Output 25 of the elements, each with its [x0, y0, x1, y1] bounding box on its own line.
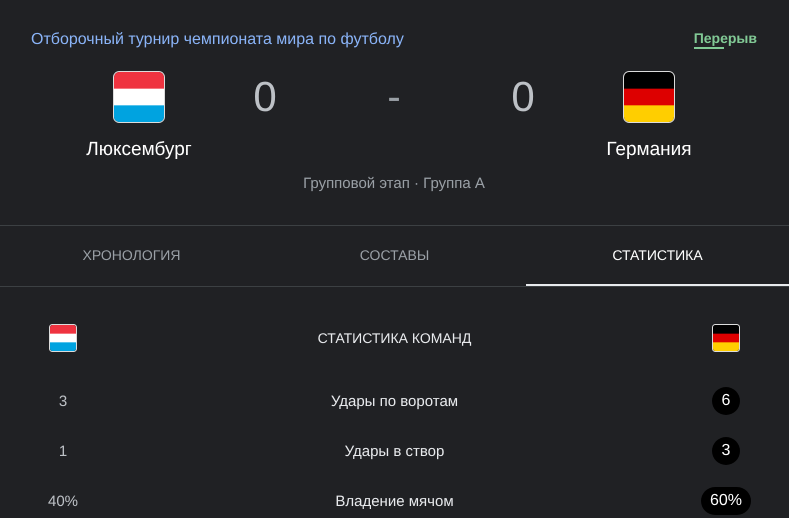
match-stage: Групповой этап · Группа A [302, 175, 486, 192]
stats-title: СТАТИСТИКА КОМАНД [316, 330, 472, 346]
stat-value: 3 [58, 392, 68, 412]
team-score: 0 [511, 73, 535, 121]
stat-value: 6 [712, 387, 740, 415]
team-score: 0 [253, 73, 277, 121]
stat-label: Удары по воротам [330, 392, 460, 410]
stat-value: 40% [46, 492, 80, 512]
flag-icon [50, 325, 76, 351]
score-separator: - [387, 74, 401, 120]
flag-icon [624, 72, 674, 122]
match-status-link[interactable]: Перерыв [694, 30, 757, 49]
stat-label: Удары в створ [344, 442, 446, 460]
flag-icon [114, 72, 164, 122]
tab[interactable]: СОСТАВЫ [263, 226, 526, 286]
competition-title: Отборочный турнир чемпионата мира по футболу [31, 30, 404, 48]
tab[interactable]: СТАТИСТИКА [526, 226, 789, 286]
stat-value: 3 [712, 437, 740, 465]
stat-label: Владение мячом [334, 492, 455, 510]
tab[interactable]: ХРОНОЛОГИЯ [0, 226, 263, 286]
flag-icon [713, 325, 739, 351]
team-name: Германия [606, 139, 692, 161]
team-name: Люксембург [86, 139, 192, 161]
stat-value: 60% [700, 487, 752, 515]
stat-value: 1 [58, 442, 68, 462]
